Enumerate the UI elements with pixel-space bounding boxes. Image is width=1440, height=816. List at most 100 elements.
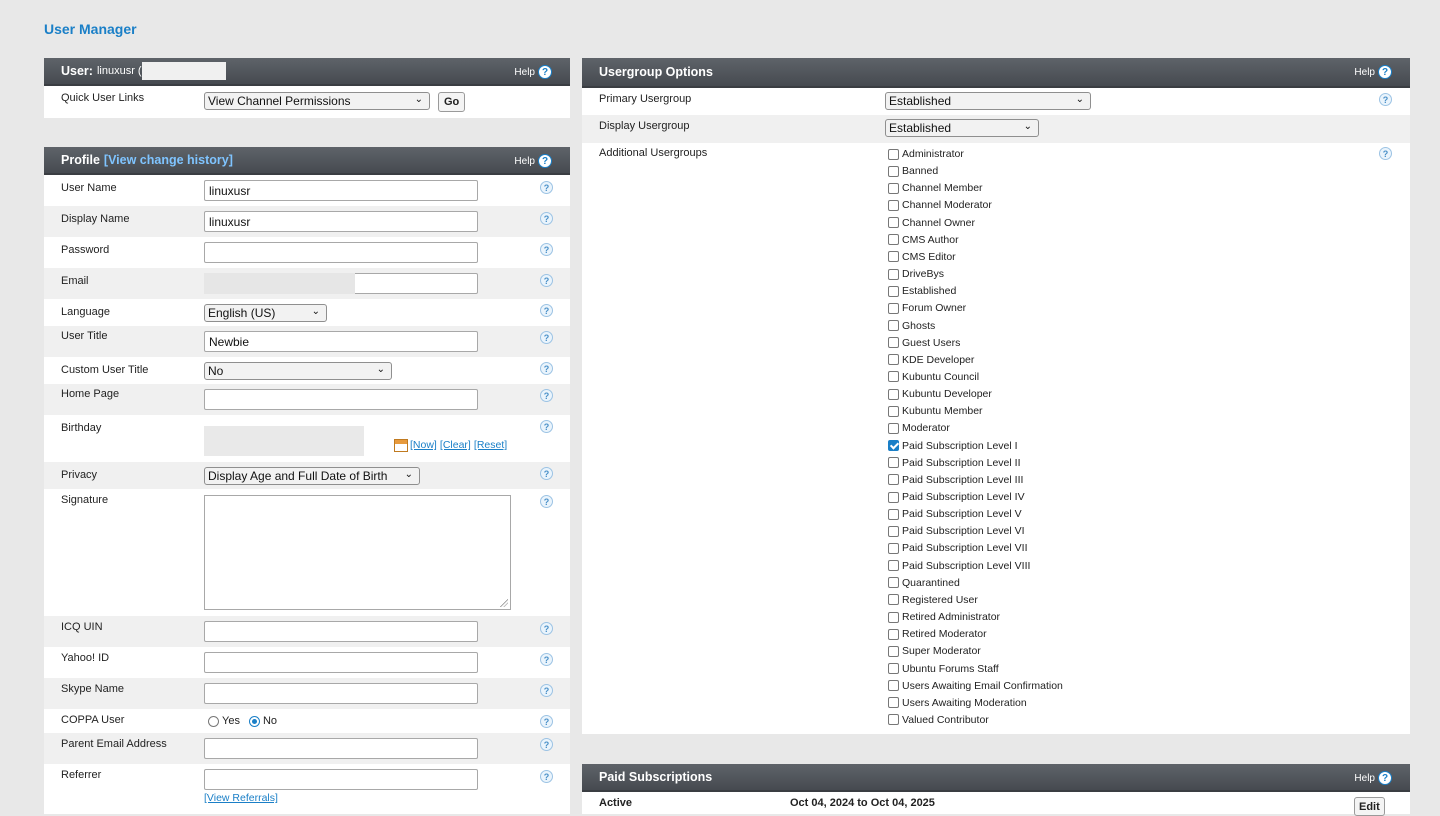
usergroup-option[interactable]: Valued Contributor: [888, 714, 989, 726]
user-title-input[interactable]: Newbie: [204, 331, 478, 352]
help-link[interactable]: Help?: [1354, 65, 1392, 79]
custom-user-title-select[interactable]: No ⌄: [204, 362, 392, 380]
help-icon[interactable]: ?: [1379, 93, 1392, 106]
usergroup-checkbox[interactable]: [888, 680, 899, 692]
usergroup-option[interactable]: Paid Subscription Level VIII: [888, 560, 1030, 572]
help-icon[interactable]: ?: [1378, 771, 1392, 785]
usergroup-option[interactable]: Paid Subscription Level V: [888, 508, 1022, 520]
help-icon[interactable]: ?: [540, 770, 553, 783]
usergroup-checkbox[interactable]: [888, 302, 899, 314]
help-icon[interactable]: ?: [540, 304, 553, 317]
usergroup-checkbox[interactable]: [888, 542, 899, 554]
usergroup-option[interactable]: Kubuntu Council: [888, 371, 979, 383]
signature-textarea[interactable]: [204, 495, 511, 610]
help-icon[interactable]: ?: [540, 467, 553, 480]
usergroup-option[interactable]: Super Moderator: [888, 645, 981, 657]
usergroup-option[interactable]: Paid Subscription Level III: [888, 474, 1023, 486]
help-link[interactable]: Help?: [514, 65, 552, 79]
home-page-input[interactable]: [204, 389, 478, 410]
now-link[interactable]: [Now]: [410, 439, 437, 451]
usergroup-option[interactable]: Paid Subscription Level VI: [888, 525, 1025, 537]
help-icon[interactable]: ?: [540, 420, 553, 433]
usergroup-checkbox[interactable]: [888, 251, 899, 263]
usergroup-option[interactable]: Paid Subscription Level VII: [888, 542, 1028, 554]
calendar-icon[interactable]: [394, 439, 408, 452]
usergroup-option[interactable]: Kubuntu Member: [888, 405, 983, 417]
usergroup-option[interactable]: Banned: [888, 165, 938, 177]
coppa-yes-radio[interactable]: [208, 715, 219, 727]
icq-input[interactable]: [204, 621, 478, 642]
display-name-input[interactable]: linuxusr: [204, 211, 478, 232]
usergroup-checkbox[interactable]: [888, 337, 899, 349]
usergroup-option[interactable]: Registered User: [888, 594, 978, 606]
usergroup-option[interactable]: Retired Administrator: [888, 611, 1000, 623]
usergroup-checkbox[interactable]: [888, 491, 899, 503]
usergroup-option[interactable]: Kubuntu Developer: [888, 388, 992, 400]
password-input[interactable]: [204, 242, 478, 263]
usergroup-checkbox[interactable]: [888, 474, 899, 486]
usergroup-option[interactable]: Ubuntu Forums Staff: [888, 663, 999, 675]
usergroup-checkbox[interactable]: [888, 165, 899, 177]
help-icon[interactable]: ?: [540, 684, 553, 697]
usergroup-option[interactable]: Paid Subscription Level II: [888, 457, 1020, 469]
usergroup-option[interactable]: Quarantined: [888, 577, 960, 589]
usergroup-checkbox[interactable]: [888, 234, 899, 246]
usergroup-checkbox[interactable]: [888, 508, 899, 520]
usergroup-checkbox[interactable]: [888, 611, 899, 623]
usergroup-checkbox[interactable]: [888, 457, 899, 469]
usergroup-option[interactable]: CMS Author: [888, 234, 959, 246]
usergroup-option[interactable]: DriveBys: [888, 268, 944, 280]
help-icon[interactable]: ?: [540, 495, 553, 508]
usergroup-checkbox[interactable]: [888, 388, 899, 400]
usergroup-checkbox[interactable]: [888, 320, 899, 331]
edit-subscription-button[interactable]: Edit: [1354, 797, 1385, 816]
help-icon[interactable]: ?: [540, 243, 553, 256]
clear-link[interactable]: [Clear]: [440, 439, 471, 451]
usergroup-checkbox[interactable]: [888, 697, 899, 709]
help-icon[interactable]: ?: [540, 715, 553, 728]
usergroup-checkbox[interactable]: [888, 268, 899, 280]
usergroup-checkbox[interactable]: [888, 594, 899, 606]
usergroup-option[interactable]: Administrator: [888, 148, 964, 160]
usergroup-option[interactable]: Users Awaiting Moderation: [888, 697, 1027, 709]
coppa-no-radio[interactable]: [248, 715, 260, 727]
usergroup-checkbox[interactable]: [888, 217, 899, 229]
usergroup-checkbox[interactable]: [888, 422, 899, 434]
usergroup-option[interactable]: Users Awaiting Email Confirmation: [888, 680, 1063, 692]
help-link[interactable]: Help?: [514, 154, 552, 168]
display-usergroup-select[interactable]: Established ⌄: [885, 119, 1039, 137]
usergroup-checkbox[interactable]: [888, 440, 899, 452]
help-icon[interactable]: ?: [540, 738, 553, 751]
usergroup-option[interactable]: Ghosts: [888, 320, 935, 332]
yahoo-input[interactable]: [204, 652, 478, 673]
help-icon[interactable]: ?: [540, 212, 553, 225]
language-select[interactable]: English (US) ⌄: [204, 304, 327, 322]
usergroup-checkbox[interactable]: [888, 525, 899, 537]
parent-email-input[interactable]: [204, 738, 478, 759]
usergroup-checkbox[interactable]: [888, 354, 899, 366]
usergroup-option[interactable]: Channel Moderator: [888, 199, 992, 211]
usergroup-option[interactable]: Retired Moderator: [888, 628, 987, 640]
usergroup-option[interactable]: Established: [888, 285, 956, 297]
help-link[interactable]: Help?: [1354, 771, 1392, 785]
help-icon[interactable]: ?: [1378, 65, 1392, 79]
help-icon[interactable]: ?: [540, 274, 553, 287]
skype-input[interactable]: [204, 683, 478, 704]
view-change-history-link[interactable]: [View change history]: [104, 153, 233, 167]
usergroup-option[interactable]: Paid Subscription Level I: [888, 440, 1018, 452]
usergroup-checkbox[interactable]: [888, 405, 899, 417]
privacy-select[interactable]: Display Age and Full Date of Birth ⌄: [204, 467, 420, 485]
usergroup-checkbox[interactable]: [888, 714, 899, 726]
usergroup-checkbox[interactable]: [888, 371, 899, 383]
usergroup-checkbox[interactable]: [888, 199, 899, 211]
primary-usergroup-select[interactable]: Established ⌄: [885, 92, 1091, 110]
usergroup-checkbox[interactable]: [888, 182, 899, 194]
usergroup-checkbox[interactable]: [888, 628, 899, 640]
help-icon[interactable]: ?: [1379, 147, 1392, 160]
usergroup-option[interactable]: Forum Owner: [888, 302, 966, 314]
usergroup-checkbox[interactable]: [888, 560, 899, 572]
help-icon[interactable]: ?: [540, 653, 553, 666]
help-icon[interactable]: ?: [540, 622, 553, 635]
referrer-input[interactable]: [204, 769, 478, 790]
usergroup-checkbox[interactable]: [888, 285, 899, 297]
